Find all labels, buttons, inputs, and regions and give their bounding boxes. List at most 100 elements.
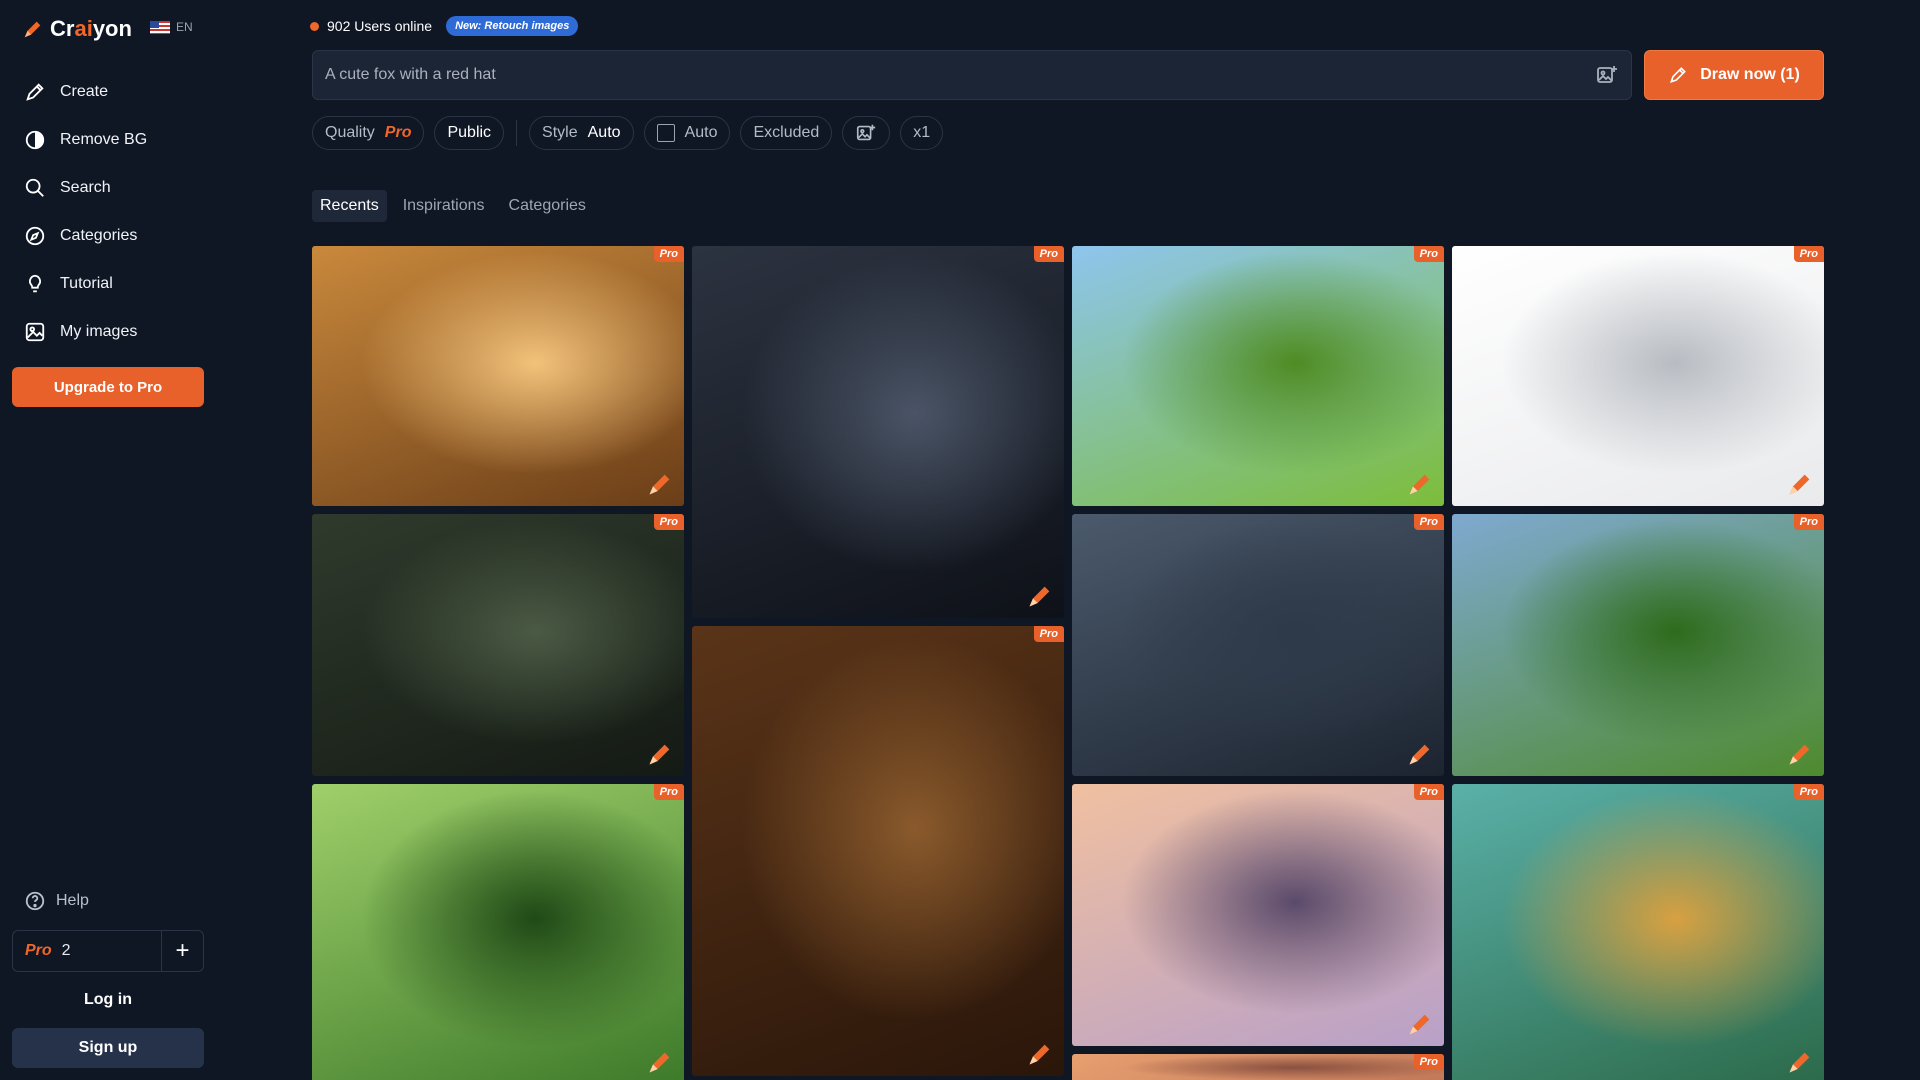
edit-pencil-icon[interactable] bbox=[1026, 1040, 1054, 1068]
edit-pencil-icon[interactable] bbox=[1406, 470, 1434, 498]
image-count-value: x1 bbox=[913, 124, 931, 141]
pro-credits-box: Pro 2 + bbox=[12, 930, 204, 972]
card-capybara-forest[interactable]: Pro bbox=[1452, 784, 1824, 1080]
excluded-label: Excluded bbox=[753, 124, 820, 141]
sidebar-item-tutorial[interactable]: Tutorial bbox=[24, 260, 147, 308]
card-gothic-woman-gown[interactable]: Pro bbox=[692, 246, 1064, 618]
language-selector[interactable]: EN bbox=[150, 20, 193, 34]
pro-credits: Pro 2 bbox=[13, 931, 161, 971]
edit-pencil-icon[interactable] bbox=[1786, 740, 1814, 768]
add-credits-button[interactable]: + bbox=[161, 931, 203, 971]
pencil-icon bbox=[1670, 67, 1687, 83]
online-status-bar: 902 Users online New: Retouch images bbox=[310, 16, 579, 36]
sidebar-item-create[interactable]: Create bbox=[24, 68, 147, 116]
edit-pencil-icon[interactable] bbox=[1786, 470, 1814, 498]
image-reference-button[interactable] bbox=[842, 116, 891, 150]
edit-pencil-icon[interactable] bbox=[1406, 740, 1434, 768]
help-link[interactable]: Help bbox=[24, 890, 89, 912]
pencil-icon bbox=[26, 83, 44, 101]
sidebar-item-categories[interactable]: Categories bbox=[24, 212, 147, 260]
sidebar-item-label: Create bbox=[60, 83, 109, 100]
pro-badge: Pro bbox=[653, 784, 684, 800]
pro-badge: Pro bbox=[1033, 626, 1064, 642]
help-label: Help bbox=[56, 892, 89, 909]
sidebar-item-remove-bg[interactable]: Remove BG bbox=[24, 116, 147, 164]
pro-count: 2 bbox=[61, 942, 71, 959]
help-icon bbox=[25, 891, 45, 911]
card-minecraft-landscape[interactable]: Pro bbox=[1452, 514, 1824, 776]
quality-value: Pro bbox=[384, 124, 412, 141]
half-circle-icon bbox=[25, 130, 45, 150]
draw-now-button[interactable]: Draw now (1) bbox=[1644, 50, 1824, 100]
sidebar-item-my-images[interactable]: My images bbox=[24, 308, 147, 356]
edit-pencil-icon[interactable] bbox=[1406, 1010, 1434, 1038]
card-gothic-woman-candles[interactable]: Pro bbox=[312, 514, 684, 776]
gallery-tabs: Recents Inspirations Categories bbox=[312, 190, 594, 222]
crayon-logo-icon bbox=[24, 21, 41, 38]
card-jungle-capybara[interactable]: Pro bbox=[312, 784, 684, 1080]
pro-badge: Pro bbox=[1413, 514, 1444, 530]
compass-icon bbox=[25, 226, 45, 246]
lightbulb-icon bbox=[29, 274, 41, 293]
style-label: Style bbox=[542, 124, 578, 141]
aspect-ratio-value: Auto bbox=[684, 124, 718, 141]
sidebar-item-label: Categories bbox=[60, 227, 138, 244]
excluded-selector[interactable]: Excluded bbox=[740, 116, 833, 150]
signup-button[interactable]: Sign up bbox=[12, 1028, 204, 1068]
search-icon bbox=[25, 178, 44, 197]
edit-pencil-icon[interactable] bbox=[646, 1048, 674, 1076]
visibility-toggle[interactable]: Public bbox=[434, 116, 505, 150]
logo[interactable]: Craiyon bbox=[22, 16, 132, 42]
online-dot-icon bbox=[310, 21, 319, 31]
card-spring-workshop[interactable]: Pro bbox=[1072, 514, 1444, 776]
pro-badge: Pro bbox=[1793, 784, 1824, 800]
sidebar-item-label: Tutorial bbox=[60, 275, 113, 292]
edit-pencil-icon[interactable] bbox=[1026, 582, 1054, 610]
image-upload-icon[interactable] bbox=[1595, 63, 1619, 87]
draw-now-label: Draw now (1) bbox=[1700, 66, 1800, 83]
us-flag-icon bbox=[150, 20, 170, 34]
prompt-input[interactable] bbox=[325, 66, 1595, 84]
visibility-value: Public bbox=[447, 124, 492, 141]
edit-pencil-icon[interactable] bbox=[1786, 1048, 1814, 1076]
aspect-ratio-icon bbox=[656, 124, 675, 142]
image-add-icon bbox=[857, 124, 876, 141]
options-bar: Quality Pro Public Style Auto Auto Exclu… bbox=[312, 116, 944, 150]
tab-inspirations[interactable]: Inspirations bbox=[395, 190, 493, 222]
quality-selector[interactable]: Quality Pro bbox=[312, 116, 425, 150]
image-icon bbox=[25, 322, 45, 342]
edit-pencil-icon[interactable] bbox=[646, 740, 674, 768]
pro-badge: Pro bbox=[653, 246, 684, 262]
card-metal-spring[interactable]: Pro bbox=[1452, 246, 1824, 506]
pro-badge: Pro bbox=[1413, 1054, 1444, 1070]
tab-categories[interactable]: Categories bbox=[501, 190, 594, 222]
card-mushroom-brush[interactable]: Pro bbox=[312, 246, 684, 506]
pro-label: Pro bbox=[25, 942, 52, 959]
options-divider bbox=[516, 120, 518, 146]
aspect-ratio-selector[interactable]: Auto bbox=[643, 116, 731, 150]
login-button[interactable]: Log in bbox=[12, 980, 204, 1020]
edit-pencil-icon[interactable] bbox=[646, 470, 674, 498]
image-count-selector[interactable]: x1 bbox=[900, 116, 944, 150]
tab-recents[interactable]: Recents bbox=[312, 190, 387, 222]
logo-text: Craiyon bbox=[50, 16, 132, 41]
sidebar-item-label: Search bbox=[60, 179, 111, 196]
card-library[interactable]: Pro bbox=[692, 626, 1064, 1076]
card-duck-scooter[interactable]: Pro bbox=[1072, 246, 1444, 506]
style-value: Auto bbox=[587, 124, 621, 141]
sidebar: Craiyon EN Create Remove BG Search Categ… bbox=[0, 0, 216, 1080]
quality-label: Quality bbox=[325, 124, 375, 141]
style-selector[interactable]: Style Auto bbox=[529, 116, 634, 150]
upgrade-to-pro-button[interactable]: Upgrade to Pro bbox=[12, 367, 204, 407]
sidebar-item-label: Remove BG bbox=[60, 131, 148, 148]
sidebar-item-search[interactable]: Search bbox=[24, 164, 147, 212]
prompt-box bbox=[312, 50, 1632, 100]
users-online-count: 902 Users online bbox=[327, 18, 433, 34]
pro-badge: Pro bbox=[1793, 246, 1824, 262]
image-gallery: Pro Pro Pro Pro Pro Pro Pro Pro Pro Pro Pro Pro bbox=[312, 246, 1824, 1080]
new-feature-badge[interactable]: New: Retouch images bbox=[446, 16, 579, 36]
card-princess-meadow[interactable]: Pro bbox=[1072, 784, 1444, 1046]
card-sunset[interactable]: Pro bbox=[1072, 1054, 1444, 1080]
pro-badge: Pro bbox=[1793, 514, 1824, 530]
sidebar-item-label: My images bbox=[60, 323, 138, 340]
